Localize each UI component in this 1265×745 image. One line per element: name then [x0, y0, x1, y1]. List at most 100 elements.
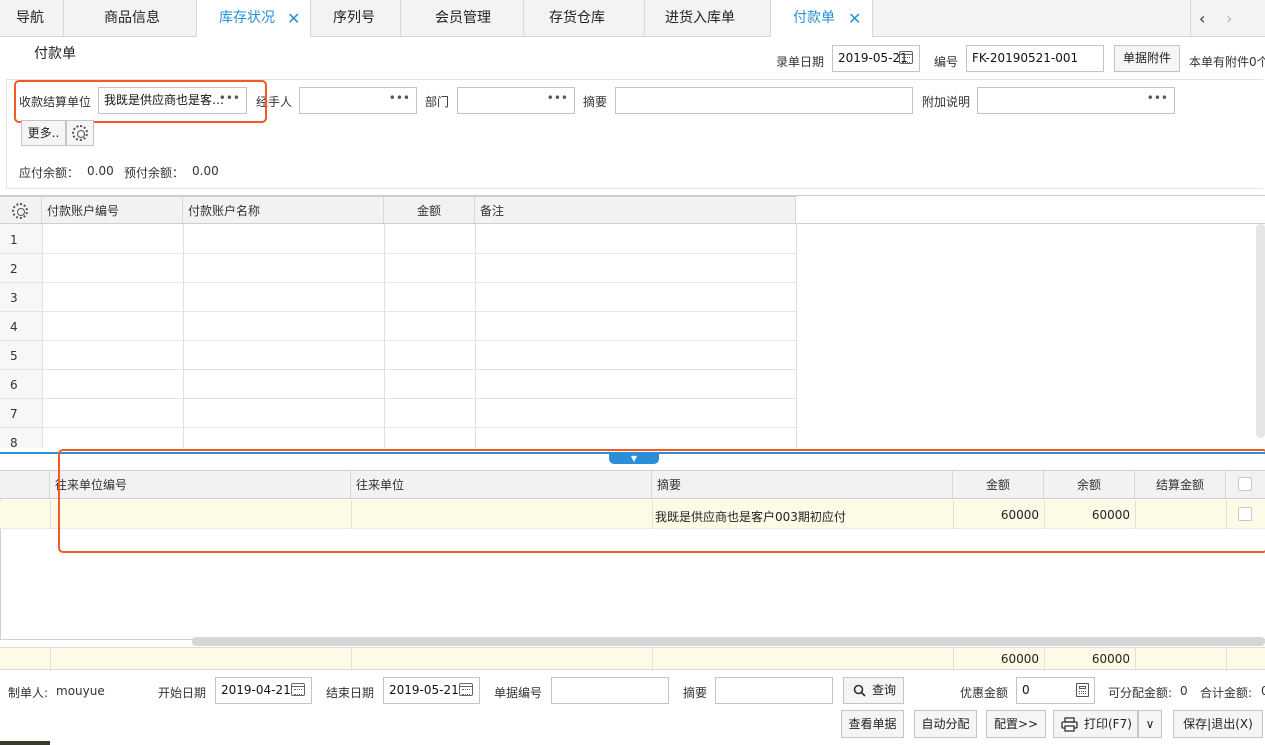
entry-date-field[interactable]: 2019-05-21 — [832, 45, 920, 72]
grid-header-filler — [796, 196, 1265, 224]
more-dots-icon[interactable]: ••• — [547, 88, 568, 109]
save-exit-button[interactable]: 保存|退出(X) — [1173, 710, 1263, 738]
allocatable-value: 0 — [1180, 684, 1188, 698]
col-header-select — [1226, 471, 1265, 498]
footer-summary-label: 摘要 — [683, 686, 708, 700]
col-header-index — [0, 471, 50, 498]
number-label: 编号 — [934, 55, 959, 69]
attachment-button[interactable]: 单据附件 — [1114, 45, 1180, 72]
tab-label: 付款单 — [793, 10, 835, 26]
search-icon — [853, 684, 866, 697]
tab-serial-number[interactable]: 序列号 — [311, 0, 401, 37]
dept-input[interactable]: ••• — [457, 87, 575, 114]
row-number: 1 — [10, 233, 18, 247]
gear-icon[interactable] — [12, 203, 28, 219]
payable-balance-value: 0.00 — [87, 164, 114, 178]
more-dots-icon[interactable]: ••• — [389, 88, 410, 109]
totals-row: 60000 60000 — [0, 647, 1265, 671]
bill-no-input[interactable] — [551, 677, 669, 704]
attachment-note: 本单有附件0个 — [1189, 55, 1265, 69]
more-dots-icon[interactable]: ••• — [219, 88, 240, 109]
start-date-field[interactable]: 2019-04-21 — [215, 677, 312, 704]
chevron-right-icon[interactable]: › — [1226, 0, 1232, 37]
more-button[interactable]: 更多.. — [21, 120, 66, 146]
close-icon[interactable]: ✕ — [287, 0, 300, 37]
query-button[interactable]: 查询 — [843, 677, 904, 704]
tab-product-info[interactable]: 商品信息 — [64, 0, 197, 37]
row-number: 3 — [10, 291, 18, 305]
chevron-down-icon[interactable]: ∨ — [1138, 710, 1162, 738]
end-date-field[interactable]: 2019-05-21 — [383, 677, 480, 704]
discount-label: 优惠金额 — [960, 686, 1009, 700]
total-amount-value: 0 — [1261, 684, 1265, 698]
auto-allocate-button[interactable]: 自动分配 — [914, 710, 977, 738]
tab-scroll-controls: ‹ › — [1190, 0, 1265, 37]
prepaid-balance-label: 预付余额： — [124, 166, 185, 180]
cell-summary: 我既是供应商也是客户003期初应付 — [655, 510, 846, 524]
col-header-settle-amount[interactable]: 结算金额 — [1135, 471, 1226, 498]
tab-purchase-receipt[interactable]: 进货入库单 — [645, 0, 771, 37]
extra-note-label: 附加说明 — [922, 95, 971, 109]
tab-member-management[interactable]: 会员管理 — [401, 0, 524, 37]
table-row[interactable]: 我既是供应商也是客户003期初应付 60000 60000 — [0, 500, 1265, 529]
settle-unit-input[interactable]: 我既是供应商也是客… ••• — [98, 87, 247, 114]
window-edge — [0, 741, 50, 745]
footer-summary-input[interactable] — [715, 677, 833, 704]
col-header-unit[interactable]: 往来单位 — [351, 471, 652, 498]
col-header-account-code[interactable]: 付款账户编号 — [42, 197, 183, 223]
total-balance: 60000 — [1091, 652, 1130, 666]
row-number: 6 — [10, 378, 18, 392]
discount-value: 0 — [1022, 683, 1030, 697]
total-amount: 60000 — [1000, 652, 1039, 666]
extra-note-input[interactable]: ••• — [977, 87, 1175, 114]
vertical-scrollbar[interactable] — [1256, 224, 1265, 438]
handler-input[interactable]: ••• — [299, 87, 417, 114]
calculator-icon[interactable] — [1076, 683, 1089, 697]
col-header-amount[interactable]: 金额 — [384, 197, 475, 223]
tab-payment-bill[interactable]: 付款单 ✕ — [771, 0, 873, 37]
tab-label: 库存状况 — [219, 10, 275, 26]
dept-label: 部门 — [425, 95, 450, 109]
row-select-checkbox[interactable] — [1238, 507, 1252, 521]
tab-bar: 导航 商品信息 库存状况 ✕ 序列号 会员管理 存货仓库 进货入库单 付款单 ✕… — [0, 0, 1265, 37]
chevron-left-icon[interactable]: ‹ — [1199, 0, 1205, 37]
calendar-icon[interactable] — [899, 51, 913, 64]
col-header-summary[interactable]: 摘要 — [652, 471, 953, 498]
tab-inventory-status[interactable]: 库存状况 ✕ — [197, 0, 311, 37]
page-title: 付款单 — [34, 46, 76, 62]
tab-label: 会员管理 — [435, 10, 491, 26]
bill-number-value: FK-20190521-001 — [972, 51, 1079, 65]
grid-settings-cell[interactable] — [0, 197, 42, 223]
start-date-label: 开始日期 — [158, 686, 207, 700]
calendar-icon[interactable] — [291, 683, 305, 696]
start-date-value: 2019-04-21 — [221, 683, 291, 697]
summary-input[interactable] — [615, 87, 913, 114]
col-header-unit-code[interactable]: 往来单位编号 — [50, 471, 351, 498]
collapse-toggle-icon[interactable]: ▼ — [609, 453, 659, 464]
print-label: 打印(F7) — [1084, 717, 1132, 731]
close-icon[interactable]: ✕ — [848, 0, 861, 37]
col-header-balance[interactable]: 余额 — [1044, 471, 1135, 498]
select-all-checkbox[interactable] — [1238, 477, 1252, 491]
col-header-amount[interactable]: 金额 — [953, 471, 1044, 498]
horizontal-scrollbar[interactable] — [192, 637, 1265, 646]
maker-label: 制单人: — [8, 686, 49, 700]
print-button[interactable]: 打印(F7) — [1053, 710, 1138, 738]
end-date-label: 结束日期 — [326, 686, 375, 700]
account-grid-header: 付款账户编号 付款账户名称 金额 备注 — [0, 196, 796, 224]
config-button[interactable]: 配置>> — [986, 710, 1046, 738]
bill-number-field[interactable]: FK-20190521-001 — [966, 45, 1104, 72]
gear-icon — [72, 125, 88, 141]
discount-input[interactable]: 0 — [1016, 677, 1095, 704]
settle-unit-label: 收款结算单位 — [19, 95, 92, 109]
view-bill-button[interactable]: 查看单据 — [841, 710, 904, 738]
col-header-remark[interactable]: 备注 — [475, 197, 796, 223]
more-dots-icon[interactable]: ••• — [1147, 88, 1168, 109]
tab-label: 序列号 — [333, 10, 375, 26]
form-settings-button[interactable] — [66, 120, 94, 146]
tab-stock-warehouse[interactable]: 存货仓库 — [524, 0, 645, 37]
tab-nav[interactable]: 导航 — [0, 0, 64, 37]
col-header-account-name[interactable]: 付款账户名称 — [183, 197, 384, 223]
settle-unit-value: 我既是供应商也是客… — [104, 93, 225, 107]
calendar-icon[interactable] — [459, 683, 473, 696]
